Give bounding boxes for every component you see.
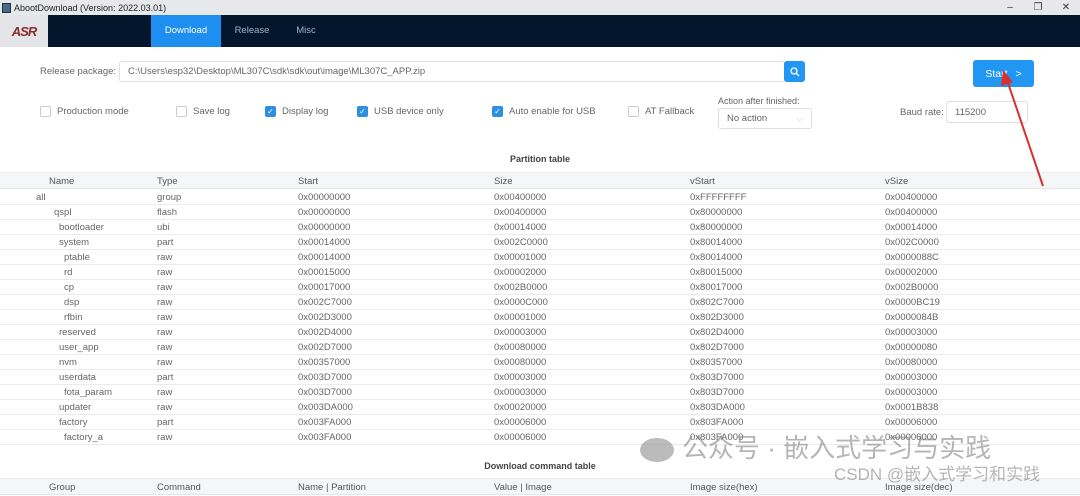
watermark-text: 公众号 · 嵌入式学习与实践 <box>682 433 992 463</box>
red-arrow-annotation <box>1001 70 1044 187</box>
watermark-csdn: CSDN @嵌入式学习和实践 <box>834 465 1041 484</box>
wechat-icon <box>640 438 674 463</box>
